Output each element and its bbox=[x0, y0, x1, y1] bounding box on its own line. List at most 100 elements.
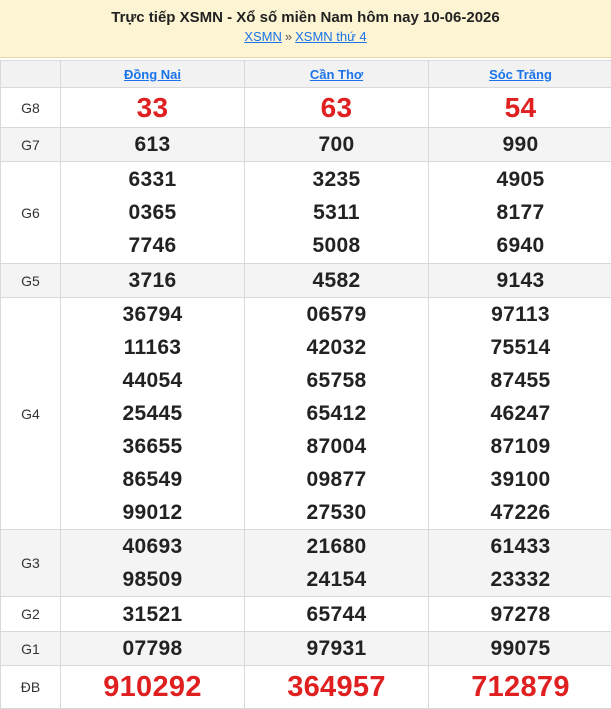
result-cell-can-tho: 364957 bbox=[245, 666, 429, 709]
result-number: 31521 bbox=[61, 598, 244, 631]
result-cell-dong-nai: 633103657746 bbox=[61, 162, 245, 264]
result-number: 65744 bbox=[245, 598, 428, 631]
prize-row-g3: G3406939850921680241546143323332 bbox=[1, 530, 611, 597]
result-number: 8177 bbox=[429, 196, 611, 229]
prize-row-g8: G8336354 bbox=[1, 88, 611, 128]
result-number: 5008 bbox=[245, 229, 428, 262]
result-cell-soc-trang: 97278 bbox=[429, 597, 611, 632]
result-number: 4905 bbox=[429, 163, 611, 196]
result-number: 0365 bbox=[61, 196, 244, 229]
result-number: 910292 bbox=[61, 668, 244, 706]
prize-row-g5: G5371645829143 bbox=[1, 264, 611, 298]
result-number: 99075 bbox=[429, 632, 611, 665]
province-link-can-tho[interactable]: Cần Thơ bbox=[245, 61, 429, 88]
prize-label: G5 bbox=[1, 264, 61, 298]
result-number: 99012 bbox=[61, 496, 244, 529]
result-cell-dong-nai: 3716 bbox=[61, 264, 245, 298]
prize-label: G4 bbox=[1, 298, 61, 530]
result-cell-dong-nai: 31521 bbox=[61, 597, 245, 632]
result-number: 3716 bbox=[61, 264, 244, 297]
result-cell-can-tho: 65744 bbox=[245, 597, 429, 632]
result-cell-dong-nai: 07798 bbox=[61, 632, 245, 666]
result-number: 47226 bbox=[429, 496, 611, 529]
result-cell-soc-trang: 990 bbox=[429, 128, 611, 162]
result-number: 46247 bbox=[429, 397, 611, 430]
result-cell-can-tho: 2168024154 bbox=[245, 530, 429, 597]
result-number: 97931 bbox=[245, 632, 428, 665]
prize-label: G2 bbox=[1, 597, 61, 632]
result-number: 65412 bbox=[245, 397, 428, 430]
result-number: 06579 bbox=[245, 298, 428, 331]
header-corner-cell bbox=[1, 61, 61, 88]
result-cell-soc-trang: 54 bbox=[429, 88, 611, 128]
result-number: 24154 bbox=[245, 563, 428, 596]
result-number: 97113 bbox=[429, 298, 611, 331]
result-number: 09877 bbox=[245, 463, 428, 496]
result-cell-dong-nai: 4069398509 bbox=[61, 530, 245, 597]
result-cell-can-tho: 4582 bbox=[245, 264, 429, 298]
province-link-soc-trang[interactable]: Sóc Trăng bbox=[429, 61, 611, 88]
prize-row-g1: G1077989793199075 bbox=[1, 632, 611, 666]
result-number: 9143 bbox=[429, 264, 611, 297]
result-cell-soc-trang: 99075 bbox=[429, 632, 611, 666]
result-cell-soc-trang: 490581776940 bbox=[429, 162, 611, 264]
result-number: 97278 bbox=[429, 598, 611, 631]
result-number: 75514 bbox=[429, 331, 611, 364]
result-number: 21680 bbox=[245, 530, 428, 563]
result-cell-soc-trang: 712879 bbox=[429, 666, 611, 709]
prize-row-db: ĐB910292364957712879 bbox=[1, 666, 611, 709]
result-number: 27530 bbox=[245, 496, 428, 529]
result-number: 39100 bbox=[429, 463, 611, 496]
prize-row-g4: G436794111634405425445366558654999012065… bbox=[1, 298, 611, 530]
result-number: 613 bbox=[61, 128, 244, 161]
result-number: 61433 bbox=[429, 530, 611, 563]
result-number: 40693 bbox=[61, 530, 244, 563]
result-number: 25445 bbox=[61, 397, 244, 430]
breadcrumb-separator: » bbox=[282, 29, 295, 44]
result-cell-dong-nai: 33 bbox=[61, 88, 245, 128]
result-number: 63 bbox=[245, 90, 428, 126]
result-cell-can-tho: 700 bbox=[245, 128, 429, 162]
result-number: 07798 bbox=[61, 632, 244, 665]
result-number: 54 bbox=[429, 90, 611, 126]
breadcrumb-link-xsmn[interactable]: XSMN bbox=[244, 29, 282, 44]
prize-label: ĐB bbox=[1, 666, 61, 709]
result-number: 712879 bbox=[429, 668, 611, 706]
result-cell-can-tho: 06579420326575865412870040987727530 bbox=[245, 298, 429, 530]
breadcrumb: XSMN»XSMN thứ 4 bbox=[0, 29, 611, 45]
prize-row-g7: G7613700990 bbox=[1, 128, 611, 162]
result-number: 3235 bbox=[245, 163, 428, 196]
prize-label: G1 bbox=[1, 632, 61, 666]
province-link-dong-nai[interactable]: Đồng Nai bbox=[61, 61, 245, 88]
result-number: 5311 bbox=[245, 196, 428, 229]
result-number: 6331 bbox=[61, 163, 244, 196]
result-number: 44054 bbox=[61, 364, 244, 397]
prize-row-g6: G6633103657746323553115008490581776940 bbox=[1, 162, 611, 264]
prize-row-g2: G2315216574497278 bbox=[1, 597, 611, 632]
result-number: 11163 bbox=[61, 331, 244, 364]
province-header-row: Đồng Nai Cần Thơ Sóc Trăng bbox=[1, 61, 611, 88]
page-title: Trực tiếp XSMN - Xổ số miền Nam hôm nay … bbox=[0, 9, 611, 27]
result-cell-can-tho: 63 bbox=[245, 88, 429, 128]
result-cell-dong-nai: 910292 bbox=[61, 666, 245, 709]
result-number: 23332 bbox=[429, 563, 611, 596]
result-cell-dong-nai: 613 bbox=[61, 128, 245, 162]
page-header: Trực tiếp XSMN - Xổ số miền Nam hôm nay … bbox=[0, 0, 611, 58]
result-number: 65758 bbox=[245, 364, 428, 397]
prize-label: G3 bbox=[1, 530, 61, 597]
prize-label: G7 bbox=[1, 128, 61, 162]
result-number: 98509 bbox=[61, 563, 244, 596]
result-number: 33 bbox=[61, 90, 244, 126]
result-cell-soc-trang: 9143 bbox=[429, 264, 611, 298]
breadcrumb-link-xsmn-thu-4[interactable]: XSMN thứ 4 bbox=[295, 29, 367, 44]
result-cell-can-tho: 323553115008 bbox=[245, 162, 429, 264]
result-number: 7746 bbox=[61, 229, 244, 262]
result-number: 700 bbox=[245, 128, 428, 161]
result-number: 364957 bbox=[245, 668, 428, 706]
result-number: 36794 bbox=[61, 298, 244, 331]
result-number: 87109 bbox=[429, 430, 611, 463]
result-cell-dong-nai: 36794111634405425445366558654999012 bbox=[61, 298, 245, 530]
result-cell-soc-trang: 6143323332 bbox=[429, 530, 611, 597]
prize-label: G8 bbox=[1, 88, 61, 128]
result-number: 42032 bbox=[245, 331, 428, 364]
